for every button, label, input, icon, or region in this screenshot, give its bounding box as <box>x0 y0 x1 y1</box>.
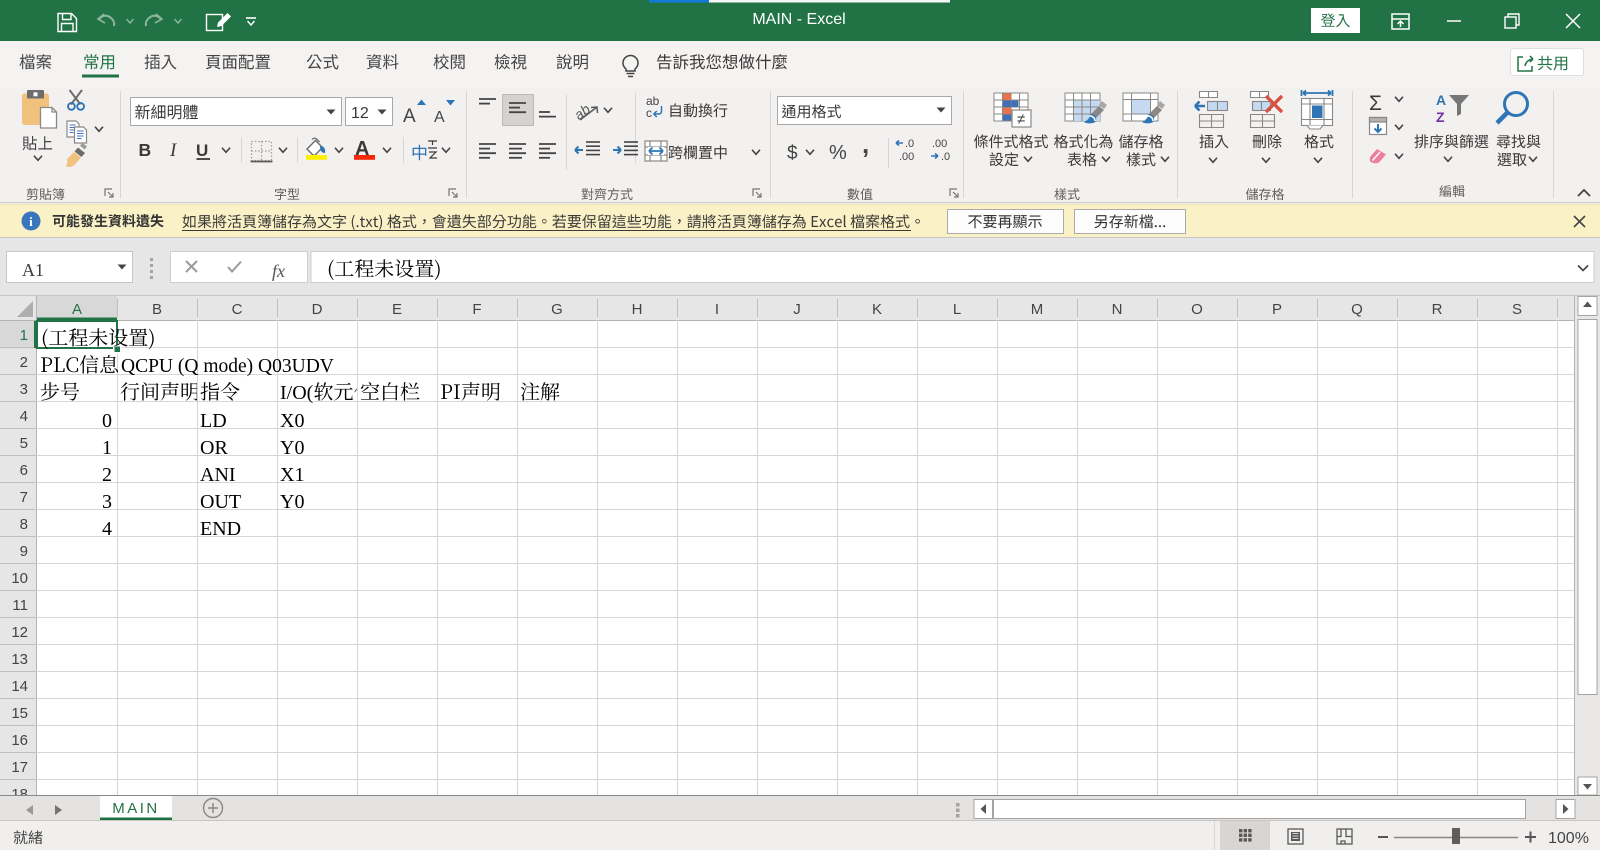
svg-text:c: c <box>646 106 652 120</box>
svg-text:E: E <box>392 301 402 318</box>
svg-text:A1: A1 <box>22 260 44 280</box>
svg-text:Z: Z <box>1436 109 1445 125</box>
svg-text:QCPU (Q mode) Q03UDV: QCPU (Q mode) Q03UDV <box>121 356 334 377</box>
svg-text:13: 13 <box>11 651 28 668</box>
svg-text:B: B <box>152 301 162 318</box>
svg-text:I: I <box>715 301 719 318</box>
svg-text:C: C <box>232 301 243 318</box>
svg-text:X1: X1 <box>280 464 304 486</box>
svg-text:1: 1 <box>20 327 28 344</box>
svg-text:MAIN: MAIN <box>112 800 160 817</box>
svg-text:9: 9 <box>20 543 28 560</box>
svg-text:A: A <box>1436 92 1446 108</box>
svg-text:A: A <box>434 109 445 126</box>
svg-text:5: 5 <box>20 435 28 452</box>
svg-text:10: 10 <box>11 570 28 587</box>
svg-text:1: 1 <box>102 437 112 459</box>
svg-text:.0: .0 <box>941 151 950 163</box>
svg-text:≠: ≠ <box>1017 111 1025 128</box>
svg-text:100%: 100% <box>1548 830 1589 847</box>
svg-text:i: i <box>29 214 33 229</box>
svg-text:12: 12 <box>11 624 28 641</box>
svg-text:D: D <box>312 301 323 318</box>
svg-text:F: F <box>472 301 481 318</box>
svg-text:MAIN - Excel: MAIN - Excel <box>752 11 845 28</box>
svg-text:S: S <box>1512 301 1522 318</box>
svg-text:15: 15 <box>11 705 28 722</box>
svg-text:4: 4 <box>20 408 28 425</box>
svg-text:$: $ <box>787 143 798 164</box>
svg-text:O: O <box>1191 301 1203 318</box>
svg-text:A: A <box>403 106 416 127</box>
svg-text:16: 16 <box>11 732 28 749</box>
svg-text:0: 0 <box>102 410 112 432</box>
svg-text:.00: .00 <box>932 138 947 150</box>
svg-text:3: 3 <box>102 491 112 513</box>
svg-text:Σ: Σ <box>1369 92 1382 115</box>
svg-text:A: A <box>72 301 82 318</box>
svg-text:L: L <box>953 301 961 318</box>
svg-text:6: 6 <box>20 462 28 479</box>
svg-text:11: 11 <box>12 597 28 614</box>
svg-text:B: B <box>139 140 152 160</box>
svg-text:fx: fx <box>272 261 285 281</box>
svg-text:K: K <box>872 301 882 318</box>
svg-text:P: P <box>1272 301 1282 318</box>
svg-text:LD: LD <box>200 410 227 432</box>
svg-text:2: 2 <box>102 464 112 486</box>
svg-text:3: 3 <box>20 381 28 398</box>
svg-text:ANI: ANI <box>200 464 236 486</box>
svg-text:,: , <box>862 129 869 159</box>
svg-text:Y0: Y0 <box>280 437 304 459</box>
svg-text:X0: X0 <box>280 410 304 432</box>
svg-text:14: 14 <box>11 678 28 695</box>
svg-text:OUT: OUT <box>200 491 241 513</box>
svg-text:7: 7 <box>20 489 28 506</box>
svg-text:H: H <box>632 301 643 318</box>
svg-text:I/O(: I/O( <box>280 382 314 404</box>
svg-text:4: 4 <box>102 518 112 540</box>
svg-text:M: M <box>1031 301 1044 318</box>
svg-text:OR: OR <box>200 437 228 459</box>
svg-text:12: 12 <box>351 105 369 122</box>
svg-text:G: G <box>551 301 563 318</box>
svg-text:Y0: Y0 <box>280 491 304 513</box>
svg-text:17: 17 <box>11 759 28 776</box>
svg-text:2: 2 <box>20 354 28 371</box>
svg-text:%: % <box>829 142 847 164</box>
svg-text:R: R <box>1432 301 1443 318</box>
svg-text:J: J <box>793 301 801 318</box>
svg-text:8: 8 <box>20 516 28 533</box>
svg-text:.00: .00 <box>899 151 914 163</box>
svg-text:U: U <box>196 141 208 160</box>
svg-text:N: N <box>1112 301 1123 318</box>
svg-text:.0: .0 <box>905 138 914 150</box>
svg-text:END: END <box>200 518 241 540</box>
svg-text:Q: Q <box>1351 301 1363 318</box>
